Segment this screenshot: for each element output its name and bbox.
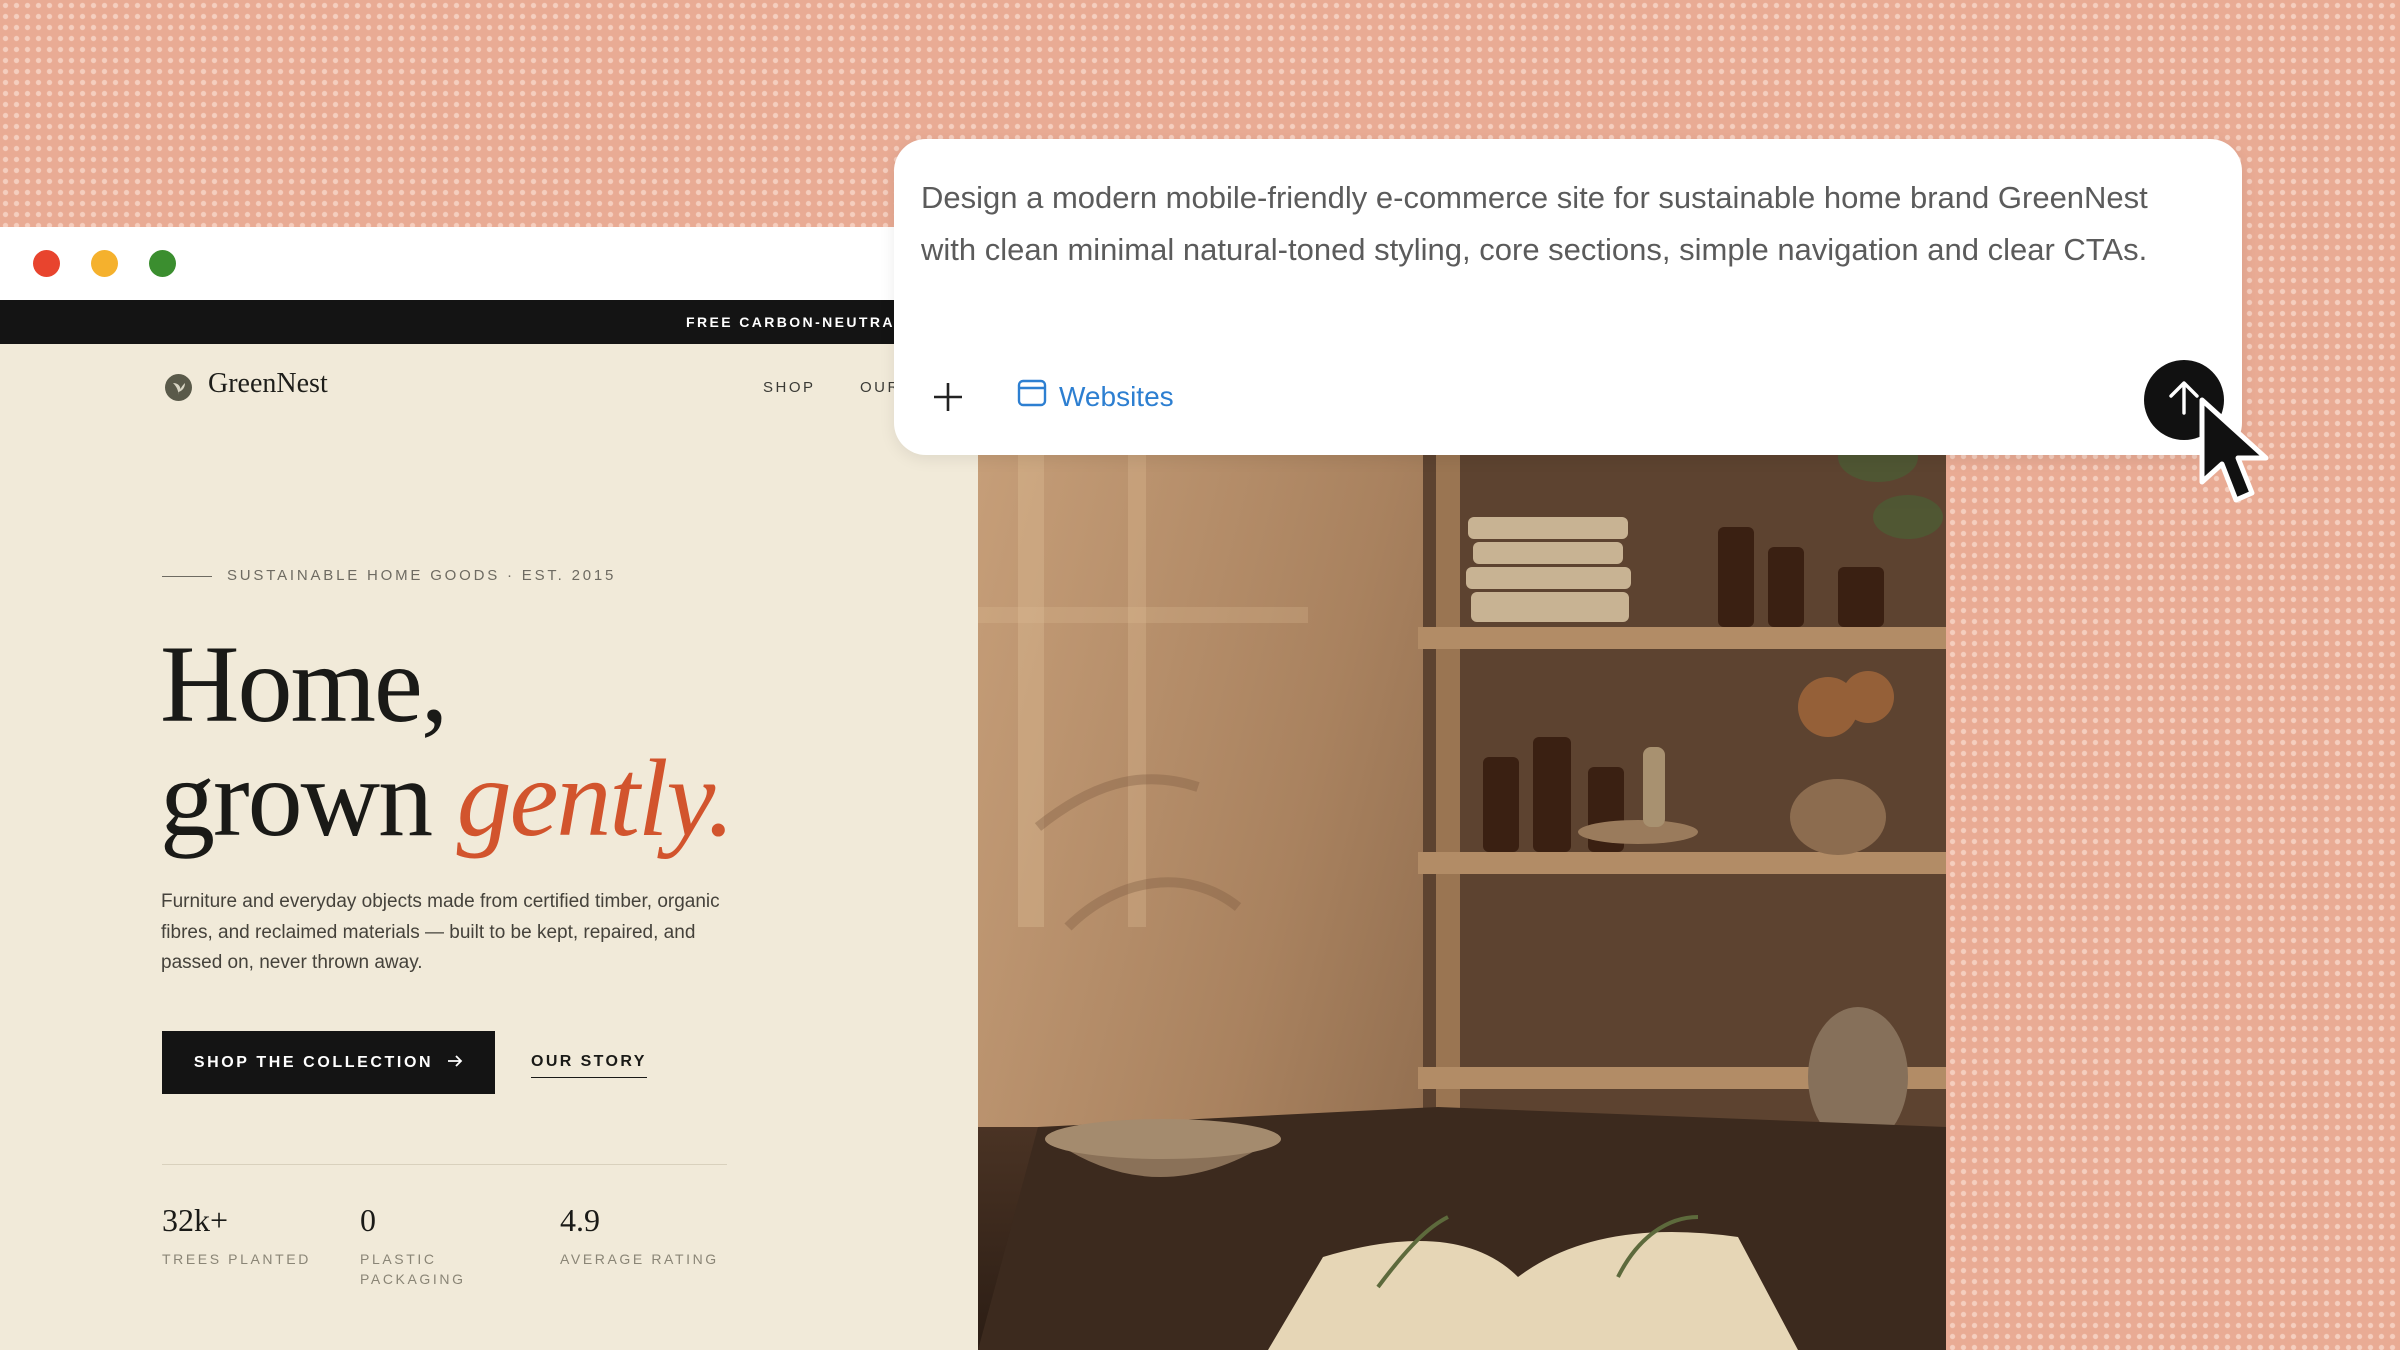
- stat-value: 4.9: [560, 1202, 600, 1238]
- arrow-right-icon: [447, 1054, 463, 1072]
- stat-value: 0: [360, 1202, 376, 1238]
- stat-label: PLASTIC PACKAGING: [360, 1251, 466, 1287]
- headline-line-2: grown gently.: [160, 741, 735, 855]
- headline-line-1: Home,: [160, 623, 448, 745]
- stat-label: AVERAGE RATING: [560, 1251, 719, 1267]
- browser-window-icon: [1017, 379, 1047, 414]
- logo-text[interactable]: GreenNest: [208, 368, 328, 400]
- shop-collection-label: SHOP THE COLLECTION: [193, 1053, 434, 1071]
- headline-accent: gently.: [456, 737, 735, 859]
- websites-mode-chip[interactable]: Websites: [1017, 379, 1174, 414]
- leaf-logo-icon[interactable]: [165, 374, 192, 401]
- websites-label: Websites: [1059, 380, 1174, 412]
- shop-collection-button[interactable]: SHOP THE COLLECTION: [162, 1031, 495, 1094]
- stat-trees: 32k+ TREES PLANTED: [162, 1202, 311, 1269]
- plus-icon[interactable]: [932, 381, 964, 413]
- promo-text: FREE CARBON-NEUTRAL: [686, 314, 906, 330]
- hero-eyebrow: SUSTAINABLE HOME GOODS · EST. 2015: [227, 567, 617, 584]
- our-story-link[interactable]: OUR STORY: [531, 1053, 647, 1078]
- hero-headline: Home, grown gently.: [160, 623, 735, 855]
- stat-value: 32k+: [162, 1202, 229, 1238]
- close-window-button[interactable]: [33, 250, 60, 277]
- hero-description: Furniture and everyday objects made from…: [161, 891, 720, 973]
- stat-plastic: 0 PLASTIC PACKAGING: [360, 1202, 470, 1289]
- mouse-pointer-icon: [2196, 396, 2292, 513]
- nav-shop[interactable]: SHOP: [763, 379, 816, 396]
- maximize-window-button[interactable]: [149, 250, 176, 277]
- prompt-input[interactable]: Design a modern mobile-friendly e-commer…: [921, 172, 2211, 276]
- prompt-composer: Design a modern mobile-friendly e-commer…: [894, 139, 2242, 455]
- headline-plain: grown: [160, 737, 433, 859]
- eyebrow-divider: [162, 576, 212, 577]
- stat-label: TREES PLANTED: [162, 1251, 311, 1267]
- stat-rating: 4.9 AVERAGE RATING: [560, 1202, 719, 1269]
- minimize-window-button[interactable]: [91, 250, 118, 277]
- stats-divider: [162, 1164, 727, 1165]
